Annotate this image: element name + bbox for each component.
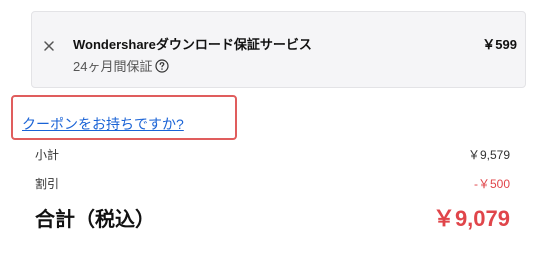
order-summary: Wondershareダウンロード保証サービス ￥599 24ヶ月間保証 クーポ…	[0, 0, 544, 263]
close-icon[interactable]	[41, 38, 57, 54]
subtotal-label: 小計	[35, 148, 60, 162]
question-circle-icon[interactable]	[155, 58, 170, 73]
total-row: 合計（税込） ￥9,079	[35, 201, 510, 233]
service-title: Wondershareダウンロード保証サービス	[73, 37, 312, 52]
download-guarantee-item: Wondershareダウンロード保証サービス ￥599 24ヶ月間保証	[31, 11, 526, 88]
subtotal-row: 小計 ￥9,579	[35, 146, 510, 163]
subtotal-value: ￥9,579	[467, 148, 510, 162]
discount-label: 割引	[35, 177, 60, 191]
discount-row: 割引 -￥500	[35, 175, 510, 192]
discount-value: -￥500	[473, 177, 510, 191]
service-price: ￥599	[482, 37, 517, 52]
total-value: ￥9,079	[432, 206, 510, 231]
total-label: 合計（税込）	[35, 209, 155, 231]
coupon-link[interactable]: クーポンをお持ちですか?	[22, 114, 184, 134]
service-subtitle: 24ヶ月間保証	[73, 56, 170, 75]
warranty-period-label: 24ヶ月間保証	[73, 59, 153, 74]
